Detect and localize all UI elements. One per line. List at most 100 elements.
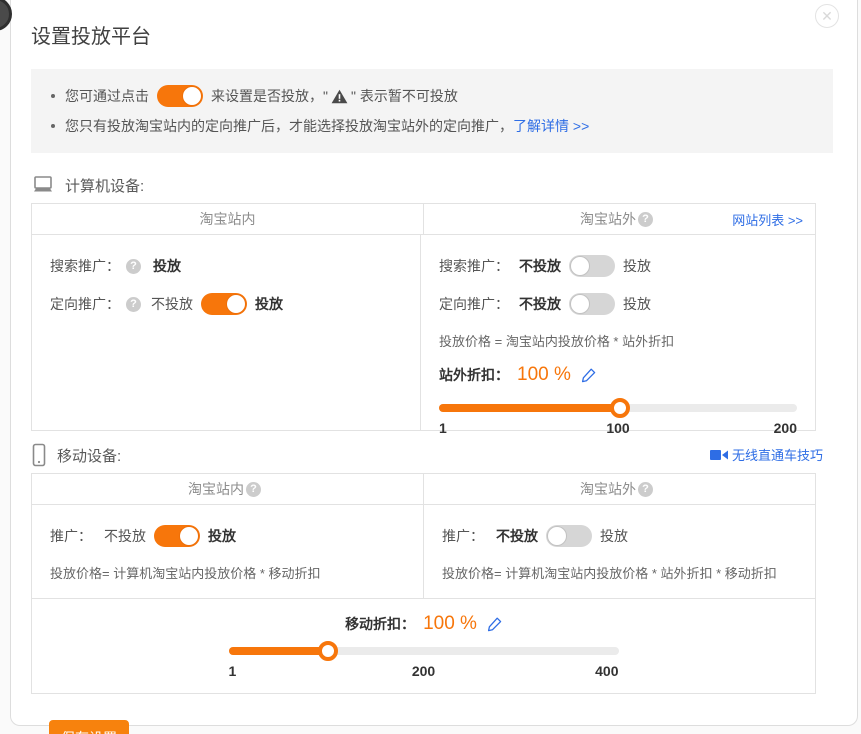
computer-offsite-search-toggle[interactable] [569, 255, 615, 277]
computer-offsite-target-toggle[interactable] [569, 293, 615, 315]
notice-line-1: 您可通过点击 来设置是否投放，" " 表示暂不可投放 [47, 81, 817, 111]
website-list-link[interactable]: 网站列表 >> [732, 210, 803, 229]
edit-pencil-icon[interactable] [581, 368, 596, 383]
slider-handle[interactable] [318, 641, 338, 661]
row-label: 搜索推广： [50, 256, 120, 276]
toggle-knob [226, 294, 246, 314]
mobile-table-header: 淘宝站内 ? 淘宝站外 ? [32, 474, 815, 505]
on-label: 投放 [600, 526, 628, 546]
mobile-offsite-cell: 推广： 不投放 投放 投放价格= 计算机淘宝站内投放价格 * 站外折扣 * 移动… [423, 505, 815, 598]
computer-onsite-header: 淘宝站内 [32, 204, 423, 234]
slider-labels: 1 200 400 [229, 663, 619, 681]
row-label: 推广： [442, 526, 484, 546]
help-icon[interactable]: ? [246, 482, 261, 497]
mobile-onsite-cell: 推广： 不投放 投放 投放价格= 计算机淘宝站内投放价格 * 移动折扣 [32, 505, 423, 598]
computer-offsite-header: 淘宝站外 ? 网站列表 >> [423, 204, 815, 234]
warning-icon [331, 89, 348, 104]
slider-track[interactable] [229, 647, 619, 655]
off-label: 不投放 [519, 294, 561, 314]
offsite-discount-line: 站外折扣： 100 % [439, 364, 797, 386]
computer-icon [31, 175, 55, 195]
computer-section-title: 计算机设备: [65, 175, 144, 196]
help-icon[interactable]: ? [126, 259, 141, 274]
mobile-offsite-header-label: 淘宝站外 [580, 479, 636, 499]
page-background: ✕ 设置投放平台 您可通过点击 来设置是否投放，" [0, 0, 861, 734]
slider-track[interactable] [439, 404, 797, 412]
wireless-tips-label: 无线直通车技巧 [732, 445, 823, 464]
phone-icon [31, 443, 47, 467]
slider-fill [229, 647, 329, 655]
learn-more-link[interactable]: 了解详情 >> [513, 116, 589, 136]
mobile-onsite-header: 淘宝站内 ? [32, 474, 423, 504]
help-icon[interactable]: ? [126, 297, 141, 312]
mobile-table: 淘宝站内 ? 淘宝站外 ? 推广： [31, 473, 816, 694]
help-icon[interactable]: ? [638, 212, 653, 227]
mobile-onsite-toggle[interactable] [154, 525, 200, 547]
slider-mid-label: 100 [606, 420, 629, 436]
mobile-section-header: 移动设备: 无线直通车技巧 [31, 437, 833, 473]
on-label: 投放 [623, 256, 651, 276]
mobile-discount-band: 移动折扣： 100 % [32, 598, 815, 693]
mobile-discount-label: 移动折扣： [345, 614, 415, 634]
offsite-discount-slider: 1 100 200 [439, 404, 797, 438]
computer-offsite-header-label: 淘宝站外 [580, 209, 636, 229]
slider-fill [439, 404, 620, 412]
off-label: 不投放 [519, 256, 561, 276]
computer-offsite-target-row: 定向推广： 不投放 投放 [439, 289, 797, 319]
mobile-offsite-promo-row: 推广： 不投放 投放 [442, 521, 797, 551]
mobile-offsite-toggle[interactable] [546, 525, 592, 547]
computer-onsite-header-label: 淘宝站内 [200, 209, 256, 229]
notice-1-post: " 表示暂不可投放 [351, 86, 458, 106]
mobile-onsite-header-label: 淘宝站内 [188, 479, 244, 499]
mobile-section-title: 移动设备: [57, 445, 121, 466]
slider-mid-label: 200 [412, 663, 435, 679]
demo-toggle[interactable] [157, 85, 203, 107]
toggle-knob [179, 526, 199, 546]
offsite-discount-value: 100 % [517, 364, 571, 386]
mobile-discount-line: 移动折扣： 100 % [229, 613, 619, 635]
on-label: 投放 [208, 526, 236, 546]
computer-table: 淘宝站内 淘宝站外 ? 网站列表 >> 搜索推广： [31, 203, 816, 431]
wireless-tips-link[interactable]: 无线直通车技巧 [710, 445, 823, 464]
computer-onsite-cell: 搜索推广： ? 投放 定向推广： ? 不投放 投放 [32, 235, 420, 431]
help-icon[interactable]: ? [638, 482, 653, 497]
mobile-offsite-formula: 投放价格= 计算机淘宝站内投放价格 * 站外折扣 * 移动折扣 [442, 563, 797, 582]
notice-1-mid: 来设置是否投放，" [211, 86, 328, 106]
toggle-knob [182, 86, 202, 106]
slider-min-label: 1 [229, 663, 237, 679]
notice-line-2: 您只有投放淘宝站内的定向推广后，才能选择投放淘宝站外的定向推广， 了解详情 >> [47, 111, 817, 141]
computer-offsite-cell: 搜索推广： 不投放 投放 定向推广： 不投放 [420, 235, 815, 431]
bullet-icon [51, 124, 55, 128]
row-label: 推广： [50, 526, 92, 546]
page-title: 设置投放平台 [31, 20, 857, 49]
notice-1-pre: 您可通过点击 [65, 86, 149, 106]
edit-pencil-icon[interactable] [487, 617, 502, 632]
mobile-onsite-formula: 投放价格= 计算机淘宝站内投放价格 * 移动折扣 [50, 563, 405, 582]
search-status-text: 投放 [153, 256, 181, 276]
computer-table-header: 淘宝站内 淘宝站外 ? 网站列表 >> [32, 204, 815, 235]
slider-handle[interactable] [610, 398, 630, 418]
off-label: 不投放 [496, 526, 538, 546]
off-label: 不投放 [104, 526, 146, 546]
toggle-knob [570, 256, 590, 276]
slider-max-label: 200 [774, 420, 797, 436]
on-label: 投放 [255, 294, 283, 314]
mobile-onsite-promo-row: 推广： 不投放 投放 [50, 521, 405, 551]
computer-offsite-search-row: 搜索推广： 不投放 投放 [439, 251, 797, 281]
computer-section-header: 计算机设备: [31, 167, 833, 203]
computer-onsite-target-toggle[interactable] [201, 293, 247, 315]
offsite-discount-label: 站外折扣： [439, 365, 509, 385]
video-icon [710, 449, 728, 461]
computer-onsite-search-row: 搜索推广： ? 投放 [50, 251, 402, 281]
toggle-knob [570, 294, 590, 314]
slider-labels: 1 100 200 [439, 420, 797, 438]
row-label: 定向推广： [439, 294, 509, 314]
save-settings-button[interactable]: 保存设置 [49, 720, 129, 734]
on-label: 投放 [623, 294, 651, 314]
mobile-discount-value: 100 % [423, 613, 477, 635]
set-platform-dialog: ✕ 设置投放平台 您可通过点击 来设置是否投放，" [10, 0, 858, 726]
computer-onsite-target-row: 定向推广： ? 不投放 投放 [50, 289, 402, 319]
mobile-offsite-header: 淘宝站外 ? [423, 474, 815, 504]
toggle-knob [547, 526, 567, 546]
slider-max-label: 400 [595, 663, 618, 679]
